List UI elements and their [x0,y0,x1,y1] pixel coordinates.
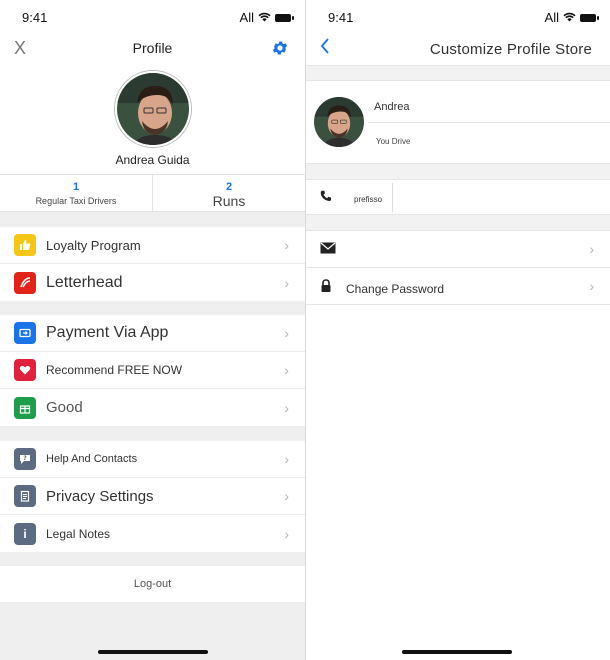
field-divider [368,122,610,123]
stat-runs[interactable]: 2 Runs [152,175,305,211]
chevron-right-icon: › [284,274,289,291]
page-title: Customize Profile Store [429,41,592,58]
help-icon: ? [14,448,36,470]
menu-item-label: Good [46,399,83,416]
status-time: 9:41 [328,10,354,25]
profile-screen: 9:41 All X Profile Andrea Guida 1 Regula… [0,0,305,660]
customize-header: Customize Profile Store [306,34,610,66]
stats-bar: 1 Regular Taxi Drivers 2 Runs [0,174,305,212]
chevron-right-icon: › [589,241,594,257]
profile-name: Andrea Guida [115,153,190,167]
menu-item-label: Privacy Settings [46,487,154,505]
wifi-icon [258,10,271,25]
field-divider [392,183,393,212]
status-bar: 9:41 All [306,0,610,34]
battery-icon [580,13,599,22]
phone-row: prefisso [306,179,610,215]
menu-item-legal-notes[interactable]: i Legal Notes › [0,515,305,552]
menu-item-help-contacts[interactable]: ? Help And Contacts › [0,441,305,478]
chevron-right-icon: › [284,451,289,467]
home-indicator[interactable] [402,650,512,654]
change-password-row[interactable]: Change Password › [306,268,610,305]
status-indicators: All [239,10,294,25]
back-button[interactable] [320,38,330,59]
chevron-right-icon: › [284,488,289,504]
chevron-right-icon: › [284,525,289,542]
menu-group-help: ? Help And Contacts › Privacy Settings ›… [0,441,305,552]
lock-icon [320,279,332,296]
profile-header: X Profile Andrea Guida [0,34,305,174]
menu-item-good[interactable]: Good › [0,389,305,426]
profile-card: Andrea You Drive [306,80,610,164]
chevron-right-icon: › [284,325,289,341]
account-settings-group: › Change Password › [306,230,610,305]
phone-icon [320,190,332,205]
menu-group-payment: Payment Via App › Recommend FREE NOW › G… [0,315,305,426]
page-title: Profile [132,40,173,56]
menu-item-label: Letterhead [46,273,123,291]
menu-item-privacy-settings[interactable]: Privacy Settings › [0,478,305,515]
menu-item-label: Legal Notes [46,526,111,541]
gift-icon [14,396,36,419]
menu-item-label: Loyalty Program [46,237,141,253]
content-background [306,305,610,660]
train-icon [14,271,36,294]
avatar[interactable] [115,71,191,147]
chevron-right-icon: › [284,237,289,253]
stat-value: 2 [225,181,233,193]
carrier-label: All [544,10,559,25]
payment-app-icon [14,322,36,344]
menu-item-recommend-free-now[interactable]: Recommend FREE NOW › [0,352,305,389]
status-time: 9:41 [22,10,48,25]
last-name-field[interactable]: You Drive [376,137,410,146]
menu-item-label: Help And Contacts [46,453,138,465]
menu-group-loyalty: Loyalty Program › Letterhead › [0,227,305,301]
email-row[interactable]: › [306,231,610,268]
menu-item-payment-via-app[interactable]: Payment Via App › [0,315,305,352]
chevron-right-icon: › [284,399,289,416]
customize-profile-screen: 9:41 All Customize Profile Store Andrea … [306,0,610,660]
carrier-label: All [239,10,254,25]
chevron-right-icon: › [284,362,289,378]
menu-item-letterhead[interactable]: Letterhead › [0,264,305,301]
battery-icon [275,13,294,22]
logout-button[interactable]: Log-out [0,566,305,602]
svg-text:?: ? [23,455,27,462]
first-name-field[interactable]: Andrea [374,101,409,113]
stat-value: 1 [72,181,80,193]
stat-label: Runs [212,193,246,209]
chevron-right-icon: › [589,278,594,294]
gear-icon[interactable] [271,39,289,57]
stat-regular-drivers[interactable]: 1 Regular Taxi Drivers [0,175,152,211]
home-indicator[interactable] [98,650,208,654]
stat-label: Regular Taxi Drivers [35,196,117,206]
status-indicators: All [544,10,599,25]
change-password-label: Change Password [346,282,445,296]
phone-prefix-field[interactable]: prefisso [354,195,382,204]
avatar[interactable] [314,97,364,147]
heart-icon [14,359,36,381]
wifi-icon [563,10,576,25]
status-bar: 9:41 All [0,0,305,34]
menu-item-label: Recommend FREE NOW [46,363,183,377]
envelope-icon [320,242,336,257]
clipboard-icon [14,485,36,507]
menu-item-loyalty-program[interactable]: Loyalty Program › [0,227,305,264]
menu-item-label: Payment Via App [46,324,169,341]
thumbs-up-icon [14,234,36,256]
info-icon: i [14,522,36,545]
